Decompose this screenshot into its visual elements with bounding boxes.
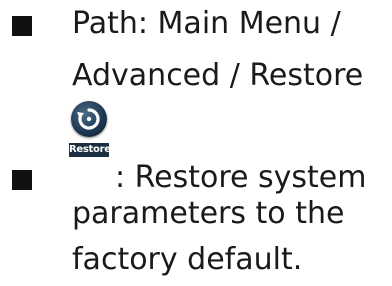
path-line-2: Advanced / Restore xyxy=(72,58,364,93)
restore-icon-label: Restore xyxy=(69,143,111,157)
restore-icon: Restore xyxy=(69,101,111,160)
restore-badge xyxy=(71,101,107,137)
restore-description-line-2: parameters to the xyxy=(72,196,345,231)
bullet-square-icon xyxy=(12,16,32,36)
restore-description-line-1: : Restore system xyxy=(115,160,367,195)
restore-description-line-3: factory default. xyxy=(72,242,303,277)
bullet-square-icon xyxy=(12,170,32,190)
circular-arrow-icon xyxy=(77,108,100,130)
path-line-1: Path: Main Menu / xyxy=(72,6,341,41)
